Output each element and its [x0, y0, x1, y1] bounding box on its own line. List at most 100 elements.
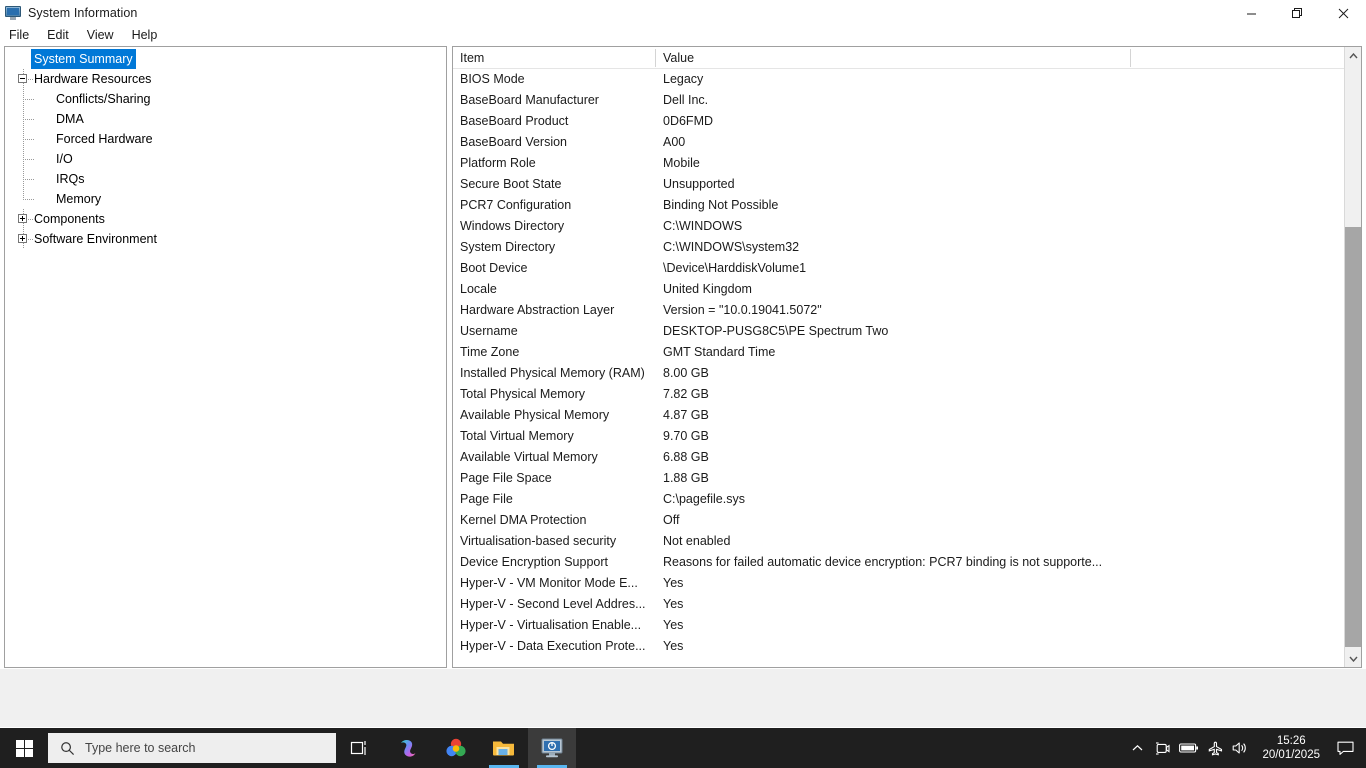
tree-item-dma[interactable]: DMA: [5, 109, 446, 129]
restore-button[interactable]: [1274, 0, 1320, 26]
minimize-button[interactable]: [1228, 0, 1274, 26]
table-row[interactable]: Virtualisation-based security Not enabled: [453, 531, 1361, 552]
table-row[interactable]: System Directory C:\WINDOWS\system32: [453, 237, 1361, 258]
cell-item: Platform Role: [460, 156, 536, 170]
column-header-item[interactable]: Item: [453, 47, 484, 69]
tree-expand-icon[interactable]: [18, 234, 27, 243]
tree-connector: [23, 179, 35, 180]
scroll-up-button[interactable]: [1345, 47, 1361, 64]
clock[interactable]: 15:26 20/01/2025: [1254, 734, 1330, 762]
cell-value: 4.87 GB: [663, 408, 709, 422]
tree-collapse-icon[interactable]: [18, 74, 27, 83]
task-view-icon[interactable]: [336, 728, 384, 768]
speaker-icon[interactable]: [1228, 728, 1254, 768]
cell-item: Hardware Abstraction Layer: [460, 303, 615, 317]
tree-item-conflicts-sharing[interactable]: Conflicts/Sharing: [5, 89, 446, 109]
tree-item-hardware-resources[interactable]: Hardware Resources: [5, 69, 446, 89]
cell-item: Available Virtual Memory: [460, 450, 598, 464]
cell-item: Hyper-V - VM Monitor Mode E...: [460, 576, 638, 590]
table-row[interactable]: Kernel DMA Protection Off: [453, 510, 1361, 531]
tree-item-label: Forced Hardware: [56, 132, 153, 146]
tree-item-i-o[interactable]: I/O: [5, 149, 446, 169]
menu-edit[interactable]: Edit: [38, 26, 78, 44]
table-row[interactable]: Windows Directory C:\WINDOWS: [453, 216, 1361, 237]
close-button[interactable]: [1320, 0, 1366, 26]
cell-item: BaseBoard Manufacturer: [460, 93, 599, 107]
vertical-scrollbar[interactable]: [1344, 47, 1361, 667]
table-row[interactable]: Total Virtual Memory 9.70 GB: [453, 426, 1361, 447]
menu-view[interactable]: View: [78, 26, 123, 44]
cell-value: \Device\HarddiskVolume1: [663, 261, 807, 275]
table-row[interactable]: Time Zone GMT Standard Time: [453, 342, 1361, 363]
cell-item: Hyper-V - Virtualisation Enable...: [460, 618, 642, 632]
tree-item-system-summary[interactable]: System Summary: [5, 49, 446, 69]
table-row[interactable]: PCR7 Configuration Binding Not Possible: [453, 195, 1361, 216]
table-row[interactable]: BaseBoard Product 0D6FMD: [453, 111, 1361, 132]
table-row[interactable]: Hyper-V - Virtualisation Enable... Yes: [453, 615, 1361, 636]
airplane-mode-icon[interactable]: [1202, 728, 1228, 768]
cell-item: Secure Boot State: [460, 177, 562, 191]
table-row[interactable]: Username DESKTOP-PUSG8C5\PE Spectrum Two: [453, 321, 1361, 342]
table-row[interactable]: Page File C:\pagefile.sys: [453, 489, 1361, 510]
tree-connector: [23, 139, 35, 140]
tree-item-software-environment[interactable]: Software Environment: [5, 229, 446, 249]
table-row[interactable]: Device Encryption Support Reasons for fai…: [453, 552, 1361, 573]
cell-value: Yes: [663, 618, 684, 632]
tree-item-irqs[interactable]: IRQs: [5, 169, 446, 189]
taskbar-search-box[interactable]: Type here to search: [48, 733, 336, 763]
table-row[interactable]: Available Physical Memory 4.87 GB: [453, 405, 1361, 426]
cell-value: C:\pagefile.sys: [663, 492, 745, 506]
file-explorer-icon[interactable]: [480, 728, 528, 768]
tree-expand-icon[interactable]: [18, 214, 27, 223]
table-row[interactable]: BaseBoard Version A00: [453, 132, 1361, 153]
cell-item: BaseBoard Product: [460, 114, 569, 128]
table-row[interactable]: Installed Physical Memory (RAM) 8.00 GB: [453, 363, 1361, 384]
table-row[interactable]: Boot Device \Device\HarddiskVolume1: [453, 258, 1361, 279]
camera-icon[interactable]: [1150, 728, 1176, 768]
tree-connector: [23, 199, 35, 200]
cell-value: 7.82 GB: [663, 387, 709, 401]
table-row[interactable]: Hyper-V - Data Execution Prote... Yes: [453, 636, 1361, 657]
table-row[interactable]: Hardware Abstraction Layer Version = "10.…: [453, 300, 1361, 321]
column-header-value[interactable]: Value: [656, 47, 694, 69]
scroll-down-button[interactable]: [1345, 650, 1361, 667]
taskbar-search-placeholder: Type here to search: [85, 741, 196, 755]
taskbar: Type here to search 15:26 20/01/2025: [0, 728, 1366, 768]
table-row[interactable]: Platform Role Mobile: [453, 153, 1361, 174]
tree-item-forced-hardware[interactable]: Forced Hardware: [5, 129, 446, 149]
window-title: System Information: [28, 6, 138, 20]
system-information-icon[interactable]: [528, 728, 576, 768]
tree-item-label: IRQs: [56, 172, 85, 186]
start-button[interactable]: [0, 728, 48, 768]
table-row[interactable]: Page File Space 1.88 GB: [453, 468, 1361, 489]
table-row[interactable]: Secure Boot State Unsupported: [453, 174, 1361, 195]
table-row[interactable]: Available Virtual Memory 6.88 GB: [453, 447, 1361, 468]
title-bar: System Information: [0, 0, 1366, 26]
menu-file[interactable]: File: [0, 26, 38, 44]
monitor-icon: [5, 5, 21, 21]
battery-icon[interactable]: [1176, 728, 1202, 768]
tree-item-components[interactable]: Components: [5, 209, 446, 229]
cell-value: Off: [663, 513, 680, 527]
table-row[interactable]: Locale United Kingdom: [453, 279, 1361, 300]
cell-item: Hyper-V - Data Execution Prote...: [460, 639, 646, 653]
table-row[interactable]: Hyper-V - Second Level Addres... Yes: [453, 594, 1361, 615]
cell-item: Boot Device: [460, 261, 528, 275]
cell-value: Dell Inc.: [663, 93, 709, 107]
chevron-up-icon[interactable]: [1124, 728, 1150, 768]
column-divider-2[interactable]: [1130, 49, 1131, 67]
scrollbar-thumb[interactable]: [1345, 227, 1361, 647]
notification-icon[interactable]: [1330, 728, 1360, 768]
chrome-icon[interactable]: [432, 728, 480, 768]
tree-item-label: I/O: [56, 152, 73, 166]
category-tree-panel: System Summary Hardware Resources Conflict…: [4, 46, 447, 668]
table-row[interactable]: Hyper-V - VM Monitor Mode E... Yes: [453, 573, 1361, 594]
menu-help[interactable]: Help: [123, 26, 167, 44]
table-row[interactable]: BIOS Mode Legacy: [453, 69, 1361, 90]
table-row[interactable]: Total Physical Memory 7.82 GB: [453, 384, 1361, 405]
copilot-icon[interactable]: [384, 728, 432, 768]
tree-item-memory[interactable]: Memory: [5, 189, 446, 209]
clock-time: 15:26: [1276, 735, 1306, 747]
table-row[interactable]: BaseBoard Manufacturer Dell Inc.: [453, 90, 1361, 111]
details-list-panel: Item Value BIOS Mode Legacy BaseBoard Manu…: [452, 46, 1362, 668]
